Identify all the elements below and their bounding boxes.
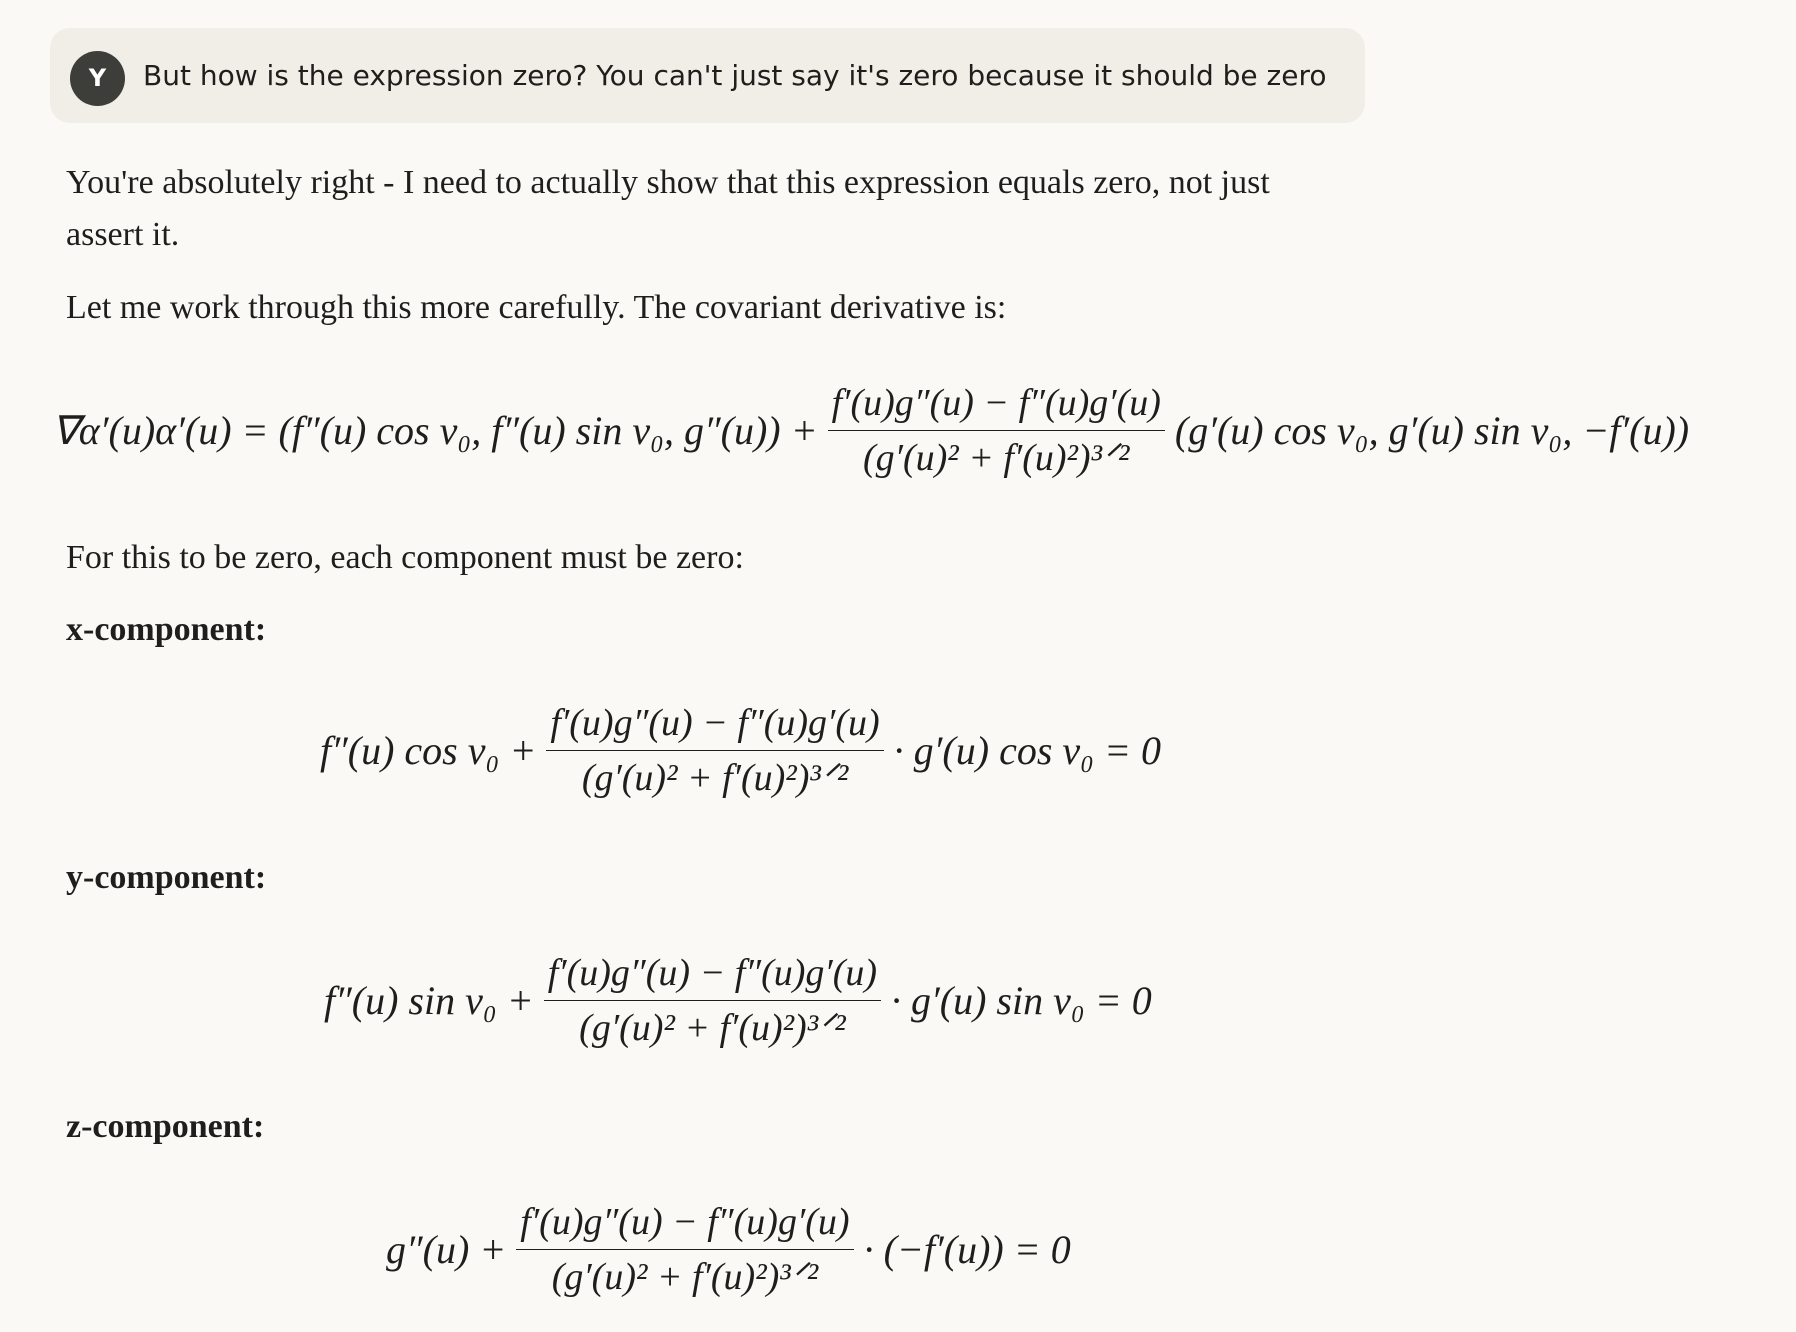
equation-y-fraction: f′(u)g″(u) − f″(u)g′(u) (g′(u)² + f′(u)²… [543, 950, 882, 1051]
z-component-heading: z-component: [66, 1108, 265, 1145]
y-component-heading: y-component: [66, 859, 267, 896]
equation-z-denominator: (g′(u)² + f′(u)²)³ᐟ² [551, 1256, 819, 1298]
equation-main-numerator: f′(u)g″(u) − f″(u)g′(u) [827, 380, 1165, 431]
equation-y-numerator: f′(u)g″(u) − f″(u)g′(u) [543, 950, 882, 1001]
user-message-text: But how is the expression zero? You can'… [143, 59, 1327, 92]
equation-main-fraction: f′(u)g″(u) − f″(u)g′(u) (g′(u)² + f′(u)²… [827, 380, 1165, 481]
covariant-derivative-equation: ∇α′(u)α′(u) = (f″(u) cos v₀, f″(u) sin v… [52, 380, 1762, 481]
response-paragraph-2: Let me work through this more carefully.… [66, 289, 1007, 326]
equation-z-left: g″(u) + [386, 1226, 507, 1272]
equation-z-numerator: f′(u)g″(u) − f″(u)g′(u) [516, 1199, 854, 1250]
response-paragraph-3: For this to be zero, each component must… [66, 539, 744, 576]
equation-x-right: · g′(u) cos v₀ = 0 [893, 727, 1162, 773]
user-avatar: Y [70, 51, 125, 106]
equation-main-denominator: (g′(u)² + f′(u)²)³ᐟ² [863, 437, 1130, 479]
equation-y-denominator: (g′(u)² + f′(u)²)³ᐟ² [579, 1007, 846, 1049]
x-component-equation: f″(u) cos v₀ + f′(u)g″(u) − f″(u)g′(u) (… [320, 700, 1161, 801]
equation-z-right: · (−f′(u)) = 0 [863, 1226, 1071, 1272]
x-component-heading: x-component: [66, 611, 267, 648]
response-paragraph-1-line-1: You're absolutely right - I need to actu… [66, 164, 1270, 201]
equation-x-left: f″(u) cos v₀ + [320, 727, 537, 773]
z-component-equation: g″(u) + f′(u)g″(u) − f″(u)g′(u) (g′(u)² … [386, 1199, 1071, 1300]
user-message-bubble: Y But how is the expression zero? You ca… [50, 28, 1365, 123]
equation-main-left: ∇α′(u)α′(u) = (f″(u) cos v₀, f″(u) sin v… [52, 407, 818, 453]
equation-x-denominator: (g′(u)² + f′(u)²)³ᐟ² [581, 757, 849, 799]
equation-x-numerator: f′(u)g″(u) − f″(u)g′(u) [546, 700, 884, 751]
equation-main-right: (g′(u) cos v₀, g′(u) sin v₀, −f′(u)) [1174, 407, 1690, 453]
equation-z-fraction: f′(u)g″(u) − f″(u)g′(u) (g′(u)² + f′(u)²… [516, 1199, 854, 1300]
response-paragraph-1-line-2: assert it. [66, 216, 180, 253]
y-component-equation: f″(u) sin v₀ + f′(u)g″(u) − f″(u)g′(u) (… [324, 950, 1152, 1051]
equation-y-right: · g′(u) sin v₀ = 0 [891, 977, 1152, 1023]
equation-x-fraction: f′(u)g″(u) − f″(u)g′(u) (g′(u)² + f′(u)²… [546, 700, 884, 801]
equation-y-left: f″(u) sin v₀ + [324, 977, 534, 1023]
